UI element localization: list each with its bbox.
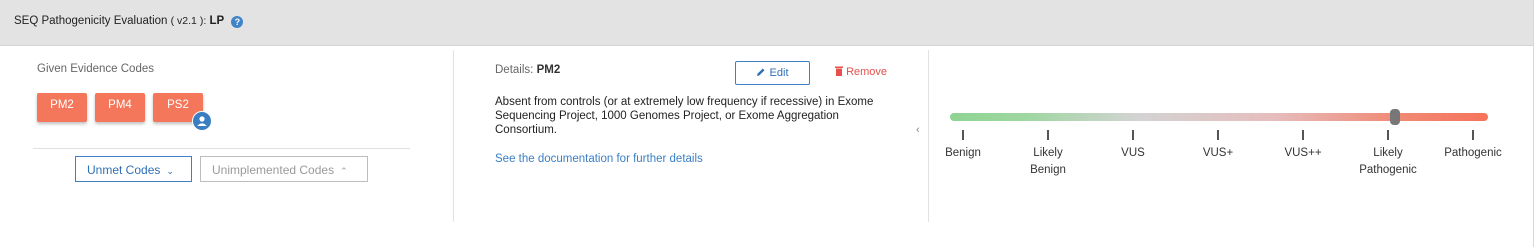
version-text: ( v2.1 ): bbox=[170, 15, 207, 27]
scale-tick-likely-pathogenic bbox=[1387, 130, 1389, 140]
code-button-pm4[interactable]: PM4 bbox=[95, 93, 145, 122]
scale-label-benign: Benign bbox=[945, 147, 981, 159]
page-title: SEQ Pathogenicity Evaluation ( v2.1 ): L… bbox=[14, 15, 244, 28]
code-button-pm2[interactable]: PM2 bbox=[37, 93, 87, 122]
scale-tick-likely-benign bbox=[1047, 130, 1049, 140]
column-divider-left bbox=[453, 50, 454, 222]
evidence-description: Absent from controls (or at extremely lo… bbox=[495, 96, 874, 136]
header-bar: SEQ Pathogenicity Evaluation ( v2.1 ): L… bbox=[0, 0, 1533, 46]
scale-tick-pathogenic bbox=[1472, 130, 1474, 140]
chevron-up-icon: ⌃ bbox=[340, 166, 348, 176]
unimplemented-codes-label: Unimplemented Codes bbox=[212, 163, 335, 177]
edit-label: Edit bbox=[769, 67, 789, 79]
remove-button[interactable]: Remove bbox=[835, 66, 887, 78]
help-icon[interactable]: ? bbox=[231, 16, 244, 28]
unmet-codes-dropdown[interactable]: Unmet Codes ⌄ bbox=[75, 156, 192, 182]
evaluation-card: SEQ Pathogenicity Evaluation ( v2.1 ): L… bbox=[0, 0, 1536, 247]
scale-slider-thumb[interactable] bbox=[1390, 109, 1400, 125]
user-icon bbox=[192, 111, 212, 131]
scale-label-vus-plus: VUS+ bbox=[1202, 147, 1234, 159]
classification-badge: LP bbox=[209, 15, 225, 27]
scale-label-vus: VUS bbox=[1121, 147, 1145, 159]
column-divider-right bbox=[928, 50, 929, 222]
section-divider bbox=[33, 148, 410, 149]
unimplemented-codes-dropdown[interactable]: Unimplemented Codes ⌃ bbox=[200, 156, 368, 182]
chevron-down-icon: ⌄ bbox=[166, 166, 174, 176]
unmet-codes-label: Unmet Codes bbox=[87, 163, 161, 177]
documentation-link[interactable]: See the documentation for further detail… bbox=[495, 153, 703, 165]
collapse-icon[interactable]: ‹ bbox=[916, 124, 920, 136]
scale-tick-vus-plus-plus bbox=[1302, 130, 1304, 140]
title-text: SEQ Pathogenicity Evaluation bbox=[14, 15, 168, 27]
scale-label-vus-plus-plus: VUS++ bbox=[1284, 147, 1322, 159]
pathogenicity-scale-bar bbox=[950, 113, 1488, 121]
edit-button[interactable]: Edit bbox=[735, 61, 810, 85]
details-label: Details: bbox=[495, 64, 534, 76]
remove-label: Remove bbox=[846, 66, 888, 78]
pencil-icon bbox=[757, 68, 765, 76]
right-border bbox=[1533, 0, 1534, 247]
scale-label-likely-benign: Likely Benign bbox=[1030, 147, 1066, 176]
details-code: PM2 bbox=[536, 64, 561, 76]
scale-tick-benign bbox=[962, 130, 964, 140]
trash-icon bbox=[835, 66, 843, 76]
given-evidence-label: Given Evidence Codes bbox=[37, 63, 154, 75]
scale-label-pathogenic: Pathogenic bbox=[1444, 147, 1502, 159]
details-heading: Details: PM2 bbox=[495, 64, 560, 76]
scale-tick-vus bbox=[1132, 130, 1134, 140]
scale-label-likely-pathogenic: Likely Pathogenic bbox=[1359, 147, 1417, 176]
scale-tick-vus-plus bbox=[1217, 130, 1219, 140]
